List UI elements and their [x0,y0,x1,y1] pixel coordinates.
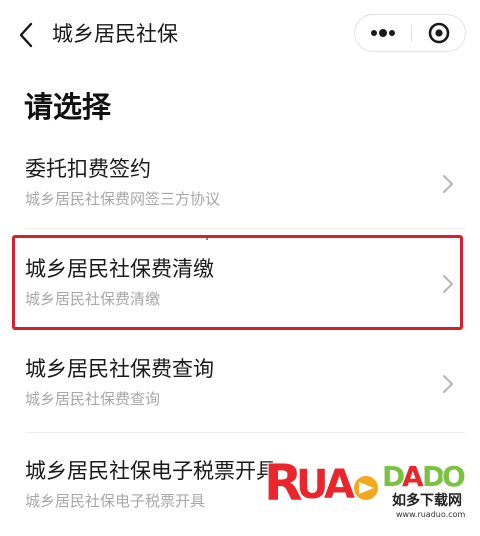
svg-text:O: O [442,460,466,493]
watermark-logo: R U A D A D O 如多下载网 www.ruaduo.com [262,452,472,530]
more-dots-icon [371,29,395,37]
back-button[interactable] [12,18,42,52]
watermark-cn-text: 如多下载网 [392,493,462,509]
option-title: 委托扣费签约 [25,157,151,181]
row-divider [25,228,465,229]
close-button[interactable] [412,15,466,51]
more-button[interactable] [355,15,411,51]
page-heading: 请选择 [24,90,112,124]
nav-title: 城乡居民社保 [52,22,178,46]
svg-text:A: A [324,462,355,506]
highlight-box [12,235,463,330]
option-title: 城乡居民社保电子税票开具 [25,459,277,483]
chevron-right-icon [443,175,453,193]
watermark-url: www.ruaduo.com [396,510,466,519]
option-title: 城乡居民社保费查询 [25,357,214,381]
navigation-bar: 城乡居民社保 [0,0,480,70]
option-subtitle: 城乡居民社保费查询 [25,390,161,408]
option-subtitle: 城乡居民社保费网签三方协议 [25,190,221,208]
option-subtitle: 城乡居民社保电子税票开具 [25,492,206,510]
row-divider [25,432,465,433]
svg-text:A: A [402,460,424,493]
chevron-right-icon [443,375,453,393]
page: 城乡居民社保 请选择 委托扣费签约 城乡居民社保费网签三方协议 城乡居民社保费清… [0,0,480,536]
dot-mark [206,238,208,240]
option-fee-query[interactable]: 城乡居民社保费查询 城乡居民社保费查询 [0,352,480,452]
mini-program-capsule [354,14,466,52]
chevron-left-icon [19,22,33,48]
target-close-icon [428,22,450,44]
